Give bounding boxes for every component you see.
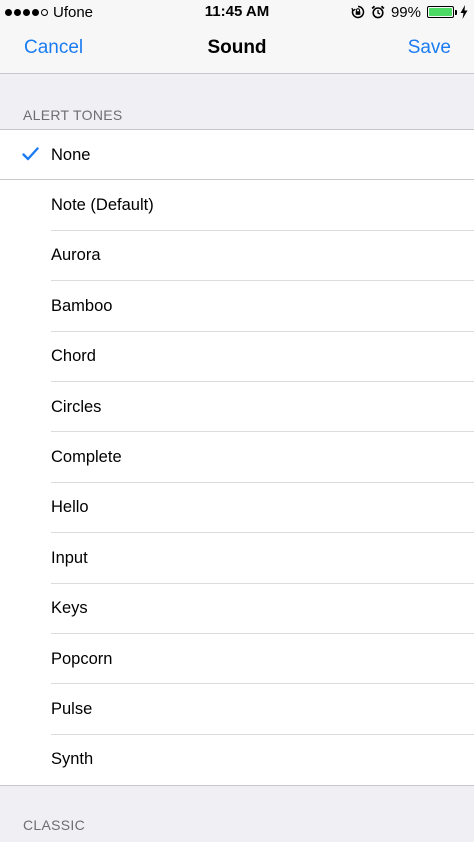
battery-percent: 99% [390, 3, 421, 21]
page-title: Sound [207, 37, 267, 58]
battery-cap [455, 10, 457, 15]
tone-label: Complete [51, 448, 122, 467]
alert-tones-list: None Note (Default) Aurora Bamboo Chord Circl… [0, 129, 474, 787]
checkmark-icon [22, 147, 39, 161]
tone-label: Pulse [51, 699, 93, 718]
tone-row[interactable]: Input [0, 533, 474, 584]
status-right: 99% [351, 2, 468, 22]
tone-label: Input [51, 548, 88, 567]
tone-label: Hello [51, 498, 89, 517]
tone-row[interactable]: Chord [0, 332, 474, 382]
tone-row[interactable]: Keys [0, 584, 474, 634]
tone-label: Keys [51, 599, 88, 618]
tone-row[interactable]: Aurora [0, 231, 474, 282]
tone-row[interactable]: Complete [0, 432, 474, 483]
tone-label: Aurora [51, 246, 101, 265]
sound-settings-screen: Ufone 11:45 AM 99% Cancel Sound Save ALE… [0, 0, 474, 842]
tone-label: Chord [51, 347, 96, 366]
battery-icon [427, 6, 457, 18]
tone-label: Bamboo [51, 296, 113, 315]
tone-row[interactable]: Hello [0, 483, 474, 534]
tone-row[interactable]: None [0, 130, 474, 181]
tone-row[interactable]: Pulse [0, 684, 474, 735]
tone-row[interactable]: Circles [0, 382, 474, 433]
battery-fill [429, 8, 452, 16]
navigation-bar: Cancel Sound Save [0, 24, 474, 74]
status-bar: Ufone 11:45 AM 99% [0, 0, 474, 24]
section-header-classic: CLASSIC [23, 817, 86, 833]
tone-label: None [51, 145, 91, 164]
tone-label: Circles [51, 397, 102, 416]
section-header-alert-tones: ALERT TONES [23, 107, 123, 123]
rotation-lock-icon [351, 5, 365, 19]
tone-row[interactable]: Popcorn [0, 634, 474, 685]
tone-label: Note (Default) [51, 196, 154, 215]
charging-icon [460, 5, 468, 19]
tone-label: Popcorn [51, 649, 113, 668]
tone-row[interactable]: Note (Default) [0, 180, 474, 231]
tone-row[interactable]: Synth [0, 735, 474, 785]
tone-row[interactable]: Bamboo [0, 281, 474, 332]
tone-label: Synth [51, 750, 94, 769]
alarm-icon [371, 5, 385, 19]
save-button[interactable]: Save [408, 37, 451, 59]
